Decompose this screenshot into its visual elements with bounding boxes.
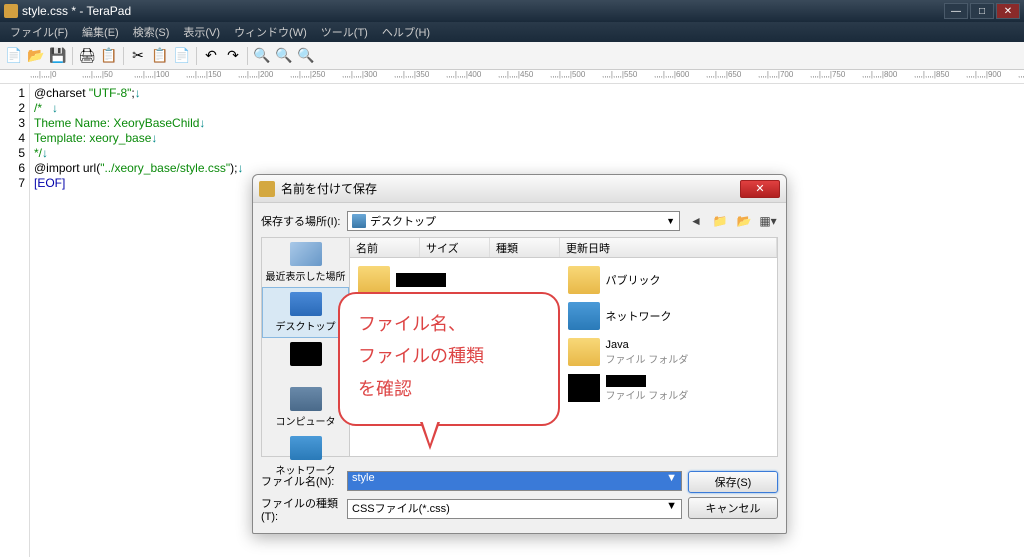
menu-window[interactable]: ウィンドウ(W) bbox=[228, 22, 313, 42]
sidebar-recent[interactable]: 最近表示した場所 bbox=[262, 238, 349, 287]
window-title: style.css * - TeraPad bbox=[22, 4, 944, 18]
network-icon bbox=[290, 436, 322, 460]
recent-places-icon bbox=[290, 242, 322, 266]
folder-icon bbox=[568, 266, 600, 294]
location-label: 保存する場所(I): bbox=[261, 213, 341, 229]
location-value: デスクトップ bbox=[370, 213, 436, 229]
sidebar-redacted[interactable] bbox=[262, 338, 349, 383]
list-item[interactable]: Java ファイル フォルダ bbox=[564, 334, 774, 370]
dialog-close-button[interactable]: ✕ bbox=[740, 180, 780, 198]
back-icon[interactable]: ◄ bbox=[686, 211, 706, 231]
folder-icon bbox=[568, 338, 600, 366]
folder-icon bbox=[358, 266, 390, 294]
search-icon[interactable]: 🔍 bbox=[252, 46, 272, 66]
redacted-label bbox=[396, 273, 446, 287]
list-item[interactable]: ネットワーク bbox=[564, 298, 774, 334]
desktop-side-icon bbox=[290, 292, 322, 316]
menu-view[interactable]: 表示(V) bbox=[177, 22, 226, 42]
preview-icon[interactable]: 📋 bbox=[99, 46, 119, 66]
menu-search[interactable]: 検索(S) bbox=[127, 22, 176, 42]
new-folder-icon[interactable]: 📂 bbox=[734, 211, 754, 231]
minimize-button[interactable]: — bbox=[944, 3, 968, 19]
save-file-icon[interactable]: 💾 bbox=[48, 46, 68, 66]
toolbar: 📄 📂 💾 🖨 📋 ✂ 📋 📄 ↶ ↷ 🔍 🔍 🔍 bbox=[0, 42, 1024, 70]
maximize-button[interactable]: □ bbox=[970, 3, 994, 19]
line-gutter: 1234567 bbox=[0, 84, 30, 557]
computer-icon bbox=[290, 387, 322, 411]
view-mode-icon[interactable]: ▦▾ bbox=[758, 211, 778, 231]
list-item[interactable]: パブリック bbox=[564, 262, 774, 298]
copy-icon[interactable]: 📋 bbox=[150, 46, 170, 66]
sidebar-desktop[interactable]: デスクトップ bbox=[262, 287, 349, 338]
up-icon[interactable]: 📁 bbox=[710, 211, 730, 231]
close-button[interactable]: ✕ bbox=[996, 3, 1020, 19]
list-item[interactable]: ファイル フォルダ bbox=[564, 370, 774, 406]
redacted-label bbox=[606, 375, 646, 387]
filetype-select[interactable]: CSSファイル(*.css)▼ bbox=[347, 499, 682, 519]
undo-icon[interactable]: ↶ bbox=[201, 46, 221, 66]
title-bar: style.css * - TeraPad — □ ✕ bbox=[0, 0, 1024, 22]
chevron-down-icon: ▼ bbox=[666, 216, 675, 226]
dialog-title-bar: 名前を付けて保存 ✕ bbox=[253, 175, 786, 203]
annotation-tail-inner bbox=[422, 420, 438, 444]
col-size[interactable]: サイズ bbox=[420, 238, 490, 257]
jump-icon[interactable]: 🔍 bbox=[296, 46, 316, 66]
col-date[interactable]: 更新日時 bbox=[560, 238, 777, 257]
paste-icon[interactable]: 📄 bbox=[172, 46, 192, 66]
print-icon[interactable]: 🖨 bbox=[77, 46, 97, 66]
filename-input[interactable]: style▼ bbox=[347, 471, 682, 491]
menu-file[interactable]: ファイル(F) bbox=[4, 22, 74, 42]
cut-icon[interactable]: ✂ bbox=[128, 46, 148, 66]
new-file-icon[interactable]: 📄 bbox=[4, 46, 24, 66]
network-folder-icon bbox=[568, 302, 600, 330]
redacted-icon bbox=[568, 374, 600, 402]
save-button[interactable]: 保存(S) bbox=[688, 471, 778, 493]
dialog-icon bbox=[259, 181, 275, 197]
col-type[interactable]: 種類 bbox=[490, 238, 560, 257]
dialog-title: 名前を付けて保存 bbox=[281, 180, 740, 197]
filename-label: ファイル名(N): bbox=[261, 473, 341, 489]
annotation-bubble: ファイル名、 ファイルの種類 を確認 bbox=[338, 292, 560, 426]
desktop-icon bbox=[352, 214, 366, 228]
ruler: ,,,,|,,,,|0,,,,|,,,,|50,,,,|,,,,|100,,,,… bbox=[0, 70, 1024, 84]
list-header: 名前 サイズ 種類 更新日時 bbox=[350, 238, 777, 258]
menu-edit[interactable]: 編集(E) bbox=[76, 22, 125, 42]
cancel-button[interactable]: キャンセル bbox=[688, 497, 778, 519]
menu-help[interactable]: ヘルプ(H) bbox=[376, 22, 436, 42]
col-name[interactable]: 名前 bbox=[350, 238, 420, 257]
location-combo[interactable]: デスクトップ ▼ bbox=[347, 211, 680, 231]
dialog-sidebar: 最近表示した場所 デスクトップ コンピュータ ネットワーク bbox=[261, 237, 349, 457]
redacted-icon bbox=[290, 342, 322, 366]
menu-tool[interactable]: ツール(T) bbox=[315, 22, 374, 42]
redo-icon[interactable]: ↷ bbox=[223, 46, 243, 66]
sidebar-computer[interactable]: コンピュータ bbox=[262, 383, 349, 432]
app-icon bbox=[4, 4, 18, 18]
filetype-label: ファイルの種類(T): bbox=[261, 495, 341, 523]
open-file-icon[interactable]: 📂 bbox=[26, 46, 46, 66]
replace-icon[interactable]: 🔍 bbox=[274, 46, 294, 66]
menu-bar: ファイル(F) 編集(E) 検索(S) 表示(V) ウィンドウ(W) ツール(T… bbox=[0, 22, 1024, 42]
